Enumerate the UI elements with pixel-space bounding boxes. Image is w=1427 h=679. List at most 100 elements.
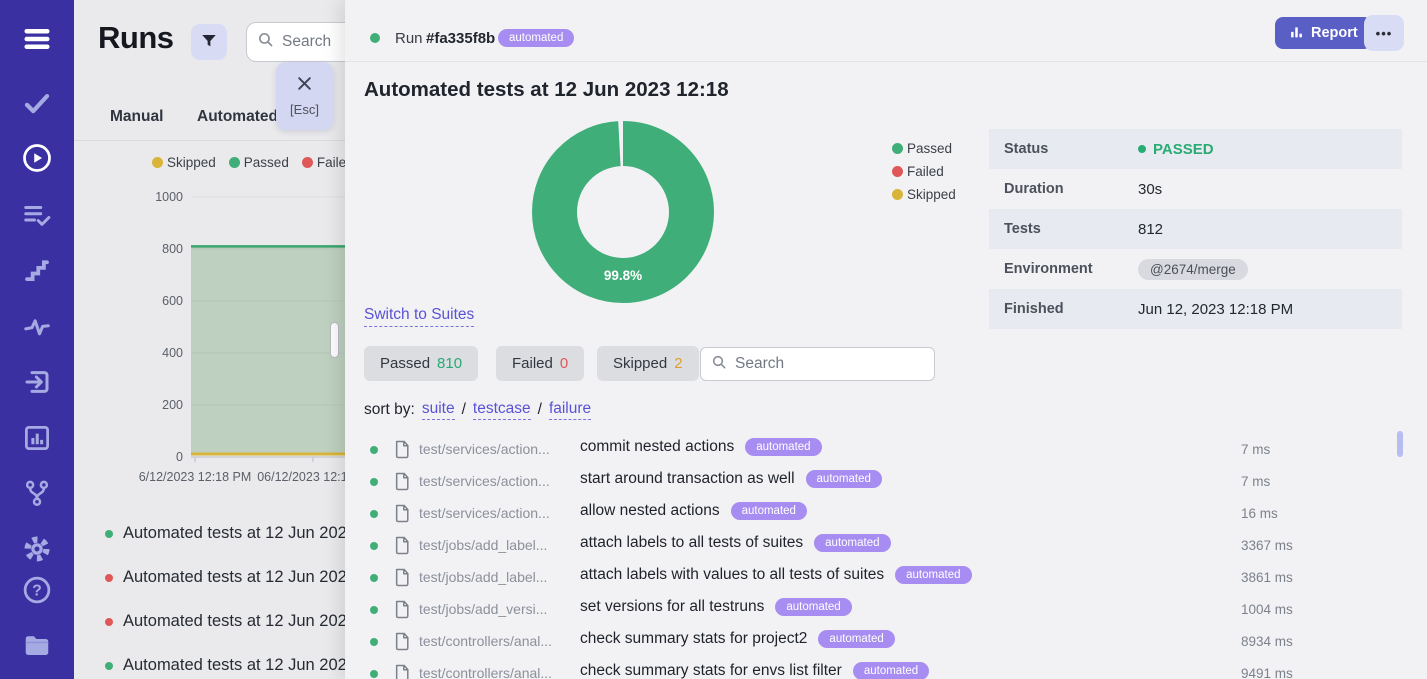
test-duration: 16 ms (1241, 506, 1278, 521)
play-circle-icon[interactable] (21, 142, 53, 174)
test-tag-badge[interactable]: automated (895, 566, 971, 584)
legend-skipped: Skipped (152, 155, 216, 170)
passed-area (191, 246, 345, 454)
legend-failed: Failed (892, 164, 956, 179)
test-status-dot (370, 478, 378, 486)
failed-dot (302, 157, 313, 168)
test-suite-path: test/services/action... (419, 473, 571, 489)
test-row[interactable]: test/services/action... start around tra… (345, 466, 1427, 498)
svg-text:800: 800 (162, 242, 183, 256)
file-icon (394, 600, 410, 624)
sign-in-icon[interactable] (21, 366, 53, 398)
test-tag-badge[interactable]: automated (806, 470, 882, 488)
passed-filter-button[interactable]: Passed810 (364, 346, 478, 381)
git-branch-icon[interactable] (21, 477, 53, 509)
svg-text:6/12/2023 12:18 PM: 6/12/2023 12:18 PM (139, 470, 252, 484)
test-tag-badge[interactable]: automated (775, 598, 851, 616)
check-icon[interactable] (21, 87, 53, 119)
sort-by-label: sort by: (364, 401, 415, 419)
menu-icon[interactable] (21, 23, 53, 55)
run-status-dot (105, 530, 113, 538)
run-details-drawer: Run #fa335f8b automated Report ••• Autom… (345, 0, 1427, 679)
tab-manual[interactable]: Manual (110, 108, 163, 126)
test-row[interactable]: test/controllers/anal... check summary s… (345, 658, 1427, 679)
finished-value: Jun 12, 2023 12:18 PM (1138, 301, 1293, 318)
test-duration: 7 ms (1241, 442, 1270, 457)
test-suite-path: test/services/action... (419, 505, 571, 521)
page-title: Runs (98, 20, 174, 56)
report-chart-icon (1289, 24, 1304, 43)
run-id: #fa335f8b (426, 30, 495, 47)
passed-dot (229, 157, 240, 168)
main-scrollbar-thumb[interactable] (330, 322, 339, 358)
file-icon (394, 632, 410, 656)
legend-passed: Passed (892, 141, 956, 156)
tests-count-value: 812 (1138, 221, 1163, 238)
steps-icon[interactable] (21, 255, 53, 287)
close-drawer-button[interactable]: [Esc] (276, 62, 333, 130)
test-duration: 1004 ms (1241, 602, 1293, 617)
drawer-scrollbar-thumb[interactable] (1397, 431, 1403, 457)
tests-search-input[interactable] (735, 355, 924, 373)
file-icon (394, 568, 410, 592)
status-dot (1138, 145, 1146, 153)
run-summary-table: Status PASSED Duration 30s Tests 812 Env… (989, 129, 1402, 329)
status-value: PASSED (1138, 141, 1214, 158)
test-tag-badge[interactable]: automated (853, 662, 929, 679)
test-title: allow nested actions (580, 502, 720, 520)
legend-skipped: Skipped (892, 187, 956, 202)
test-suite-path: test/jobs/add_versi... (419, 601, 571, 617)
list-check-icon[interactable] (21, 199, 53, 231)
gear-icon[interactable] (21, 533, 53, 565)
test-row[interactable]: test/controllers/anal... check summary s… (345, 626, 1427, 658)
test-title: check summary stats for project2 (580, 630, 807, 648)
run-list-label: Automated tests at 12 Jun 2023 (123, 612, 356, 631)
test-tag-badge[interactable]: automated (814, 534, 890, 552)
sort-by-testcase-link[interactable]: testcase (473, 400, 531, 420)
test-tag-badge[interactable]: automated (731, 502, 807, 520)
skipped-filter-button[interactable]: Skipped2 (597, 346, 699, 381)
run-status-dot (105, 574, 113, 582)
summary-row-duration: Duration 30s (989, 169, 1402, 209)
run-tag-badge[interactable]: automated (498, 29, 574, 47)
folder-icon[interactable] (21, 629, 53, 661)
file-icon (394, 440, 410, 464)
activity-icon[interactable] (21, 311, 53, 343)
help-circle-icon[interactable]: ? (21, 574, 53, 606)
run-status-dot (105, 662, 113, 670)
test-duration: 7 ms (1241, 474, 1270, 489)
test-row[interactable]: test/jobs/add_label... attach labels wit… (345, 562, 1427, 594)
bar-chart-icon[interactable] (21, 422, 53, 454)
skipped-dot (152, 157, 163, 168)
filter-button[interactable] (191, 24, 227, 60)
svg-text:1000: 1000 (155, 190, 183, 204)
test-row[interactable]: test/services/action... allow nested act… (345, 498, 1427, 530)
tab-automated[interactable]: Automated (197, 108, 278, 126)
failed-filter-button[interactable]: Failed0 (496, 346, 584, 381)
runs-area-chart: 1000 800 600 400 200 0 6/12/2023 12:18 P… (95, 190, 345, 490)
esc-hint: [Esc] (290, 102, 319, 117)
tests-search[interactable] (700, 347, 935, 381)
sort-by-suite-link[interactable]: suite (422, 400, 455, 420)
switch-to-suites-link[interactable]: Switch to Suites (364, 306, 474, 327)
test-tag-badge[interactable]: automated (818, 630, 894, 648)
sort-by-failure-link[interactable]: failure (549, 400, 591, 420)
file-icon (394, 664, 410, 679)
passed-dot (892, 143, 903, 154)
test-row[interactable]: test/services/action... commit nested ac… (345, 434, 1427, 466)
search-icon (257, 31, 274, 53)
more-menu-button[interactable]: ••• (1364, 15, 1404, 51)
summary-row-status: Status PASSED (989, 129, 1402, 169)
test-tag-badge[interactable]: automated (745, 438, 821, 456)
search-icon (711, 354, 727, 375)
test-title: set versions for all testruns (580, 598, 764, 616)
skipped-count: 2 (674, 355, 682, 372)
summary-row-environment: Environment @2674/merge (989, 249, 1402, 289)
report-button[interactable]: Report (1275, 17, 1372, 49)
skipped-dot (892, 189, 903, 200)
passed-percent-label: 99.8% (532, 268, 714, 283)
test-title: start around transaction as well (580, 470, 795, 488)
test-row[interactable]: test/jobs/add_label... attach labels to … (345, 530, 1427, 562)
test-row[interactable]: test/jobs/add_versi... set versions for … (345, 594, 1427, 626)
donut-legend: Passed Failed Skipped (892, 141, 956, 202)
